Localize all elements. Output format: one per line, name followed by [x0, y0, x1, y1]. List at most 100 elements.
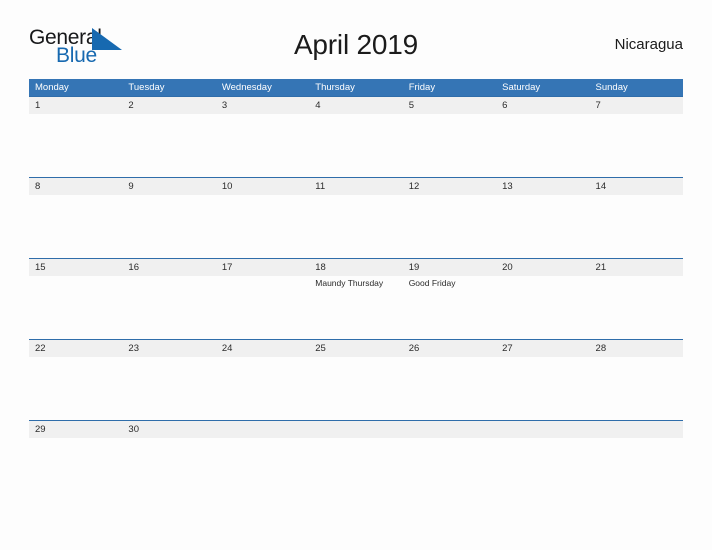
weekday-header-monday: Monday: [35, 82, 69, 93]
day-number-band: [29, 178, 123, 195]
day-number: 17: [221, 262, 233, 273]
day-cell[interactable]: 23: [122, 340, 216, 420]
day-cell[interactable]: 7: [589, 97, 683, 177]
day-number-band: [496, 97, 590, 114]
page-header: General Blue April 2019 Nicaragua: [29, 22, 683, 74]
calendar-body: 1 2 3 4 5 6 7 8 9 10 11 12 13 14 15 16 17 18 Maundy Thursd…: [29, 96, 683, 452]
day-cell[interactable]: 8: [29, 178, 123, 258]
holiday-label: Maundy Thursday: [315, 278, 384, 288]
day-number: 7: [595, 100, 601, 111]
day-number: 6: [502, 100, 508, 111]
day-cell[interactable]: 25: [309, 340, 403, 420]
day-cell-empty: [215, 421, 310, 452]
weekday-header-tuesday: Tuesday: [128, 82, 165, 93]
calendar-grid: Monday Tuesday Wednesday Thursday Friday Satu…: [29, 79, 683, 452]
day-number-band: [215, 421, 310, 438]
day-number: 8: [35, 181, 41, 192]
day-number: 23: [128, 343, 139, 354]
day-cell[interactable]: 17: [215, 259, 310, 339]
day-number: 4: [315, 100, 321, 111]
day-number: 2: [128, 100, 134, 111]
day-number: 13: [502, 181, 513, 192]
day-cell[interactable]: 30: [122, 421, 216, 452]
day-number: 12: [408, 181, 420, 192]
day-cell[interactable]: 2: [122, 97, 216, 177]
day-number: 14: [595, 181, 607, 192]
day-number: 30: [128, 424, 139, 435]
day-events: Maundy Thursday: [315, 277, 400, 289]
day-cell[interactable]: 20: [496, 259, 590, 339]
day-number: 9: [128, 181, 134, 192]
day-number-band: [589, 97, 683, 114]
weekday-header-saturday: Saturday: [502, 82, 541, 93]
day-cell[interactable]: 21: [589, 259, 683, 339]
country-label: Nicaragua: [614, 36, 683, 53]
day-number: 26: [408, 343, 420, 354]
day-number-band: [309, 97, 403, 114]
day-cell[interactable]: 16: [122, 259, 216, 339]
page-title: April 2019: [293, 29, 419, 60]
day-number-band: [215, 97, 310, 114]
day-number: 11: [315, 181, 326, 192]
day-cell[interactable]: 18 Maundy Thursday: [309, 259, 403, 339]
day-number: 18: [315, 262, 326, 273]
day-cell[interactable]: 11: [309, 178, 403, 258]
day-cell[interactable]: 29: [29, 421, 123, 452]
day-number-band: [402, 421, 497, 438]
day-number: 3: [221, 100, 228, 111]
day-number-band: [122, 178, 216, 195]
day-number: 16: [128, 262, 139, 273]
day-cell[interactable]: 4: [309, 97, 403, 177]
week-row: 29 30: [29, 420, 683, 452]
day-cell[interactable]: 15: [29, 259, 123, 339]
day-number: 27: [502, 343, 513, 354]
day-cell[interactable]: 6: [496, 97, 590, 177]
day-number: 15: [35, 262, 46, 273]
day-number: 5: [408, 100, 414, 111]
day-cell[interactable]: 24: [215, 340, 310, 420]
day-number: 19: [408, 262, 420, 273]
calendar-page: General Blue April 2019 Nicaragua Monday…: [0, 0, 712, 550]
week-row: 22 23 24 25 26 27 28: [29, 339, 683, 420]
day-cell[interactable]: 14: [589, 178, 683, 258]
day-number: 29: [35, 424, 46, 435]
weekday-header-row: Monday Tuesday Wednesday Thursday Friday Satu…: [29, 79, 683, 96]
holiday-label: Good Friday: [408, 278, 456, 288]
day-number-band: [589, 421, 683, 438]
day-cell[interactable]: 26: [402, 340, 497, 420]
day-cell[interactable]: 12: [402, 178, 497, 258]
day-cell[interactable]: 5: [402, 97, 497, 177]
day-cell[interactable]: 19 Good Friday: [402, 259, 497, 339]
day-cell[interactable]: 28: [589, 340, 683, 420]
day-cell[interactable]: 10: [215, 178, 310, 258]
weekday-header-sunday: Sunday: [595, 82, 628, 93]
day-number-band: [122, 97, 216, 114]
weekday-header-wednesday: Wednesday: [221, 82, 272, 93]
week-row: 1 2 3 4 5 6 7: [29, 96, 683, 177]
day-number: 1: [35, 100, 41, 111]
day-cell-empty: [309, 421, 403, 452]
day-events: Good Friday: [409, 277, 494, 289]
day-number-band: [402, 97, 497, 114]
day-cell[interactable]: 1: [29, 97, 123, 177]
day-number: 20: [502, 262, 513, 273]
day-number-band: [496, 421, 590, 438]
day-number: 21: [595, 262, 607, 273]
weekday-header-thursday: Thursday: [315, 82, 355, 93]
day-number: 25: [315, 343, 326, 354]
day-number: 24: [221, 343, 233, 354]
week-row: 15 16 17 18 Maundy Thursday 19 Good Friday 20 21: [29, 258, 683, 339]
day-cell[interactable]: 9: [122, 178, 216, 258]
day-cell-empty: [589, 421, 683, 452]
day-number: 22: [35, 343, 46, 354]
day-number: 10: [221, 181, 233, 192]
day-cell-empty: [496, 421, 590, 452]
day-cell-empty: [402, 421, 497, 452]
day-cell[interactable]: 3: [215, 97, 310, 177]
day-cell[interactable]: 27: [496, 340, 590, 420]
day-cell[interactable]: 13: [496, 178, 590, 258]
day-number-band: [309, 421, 403, 438]
week-row: 8 9 10 11 12 13 14: [29, 177, 683, 258]
day-number-band: [29, 97, 123, 114]
day-cell[interactable]: 22: [29, 340, 123, 420]
